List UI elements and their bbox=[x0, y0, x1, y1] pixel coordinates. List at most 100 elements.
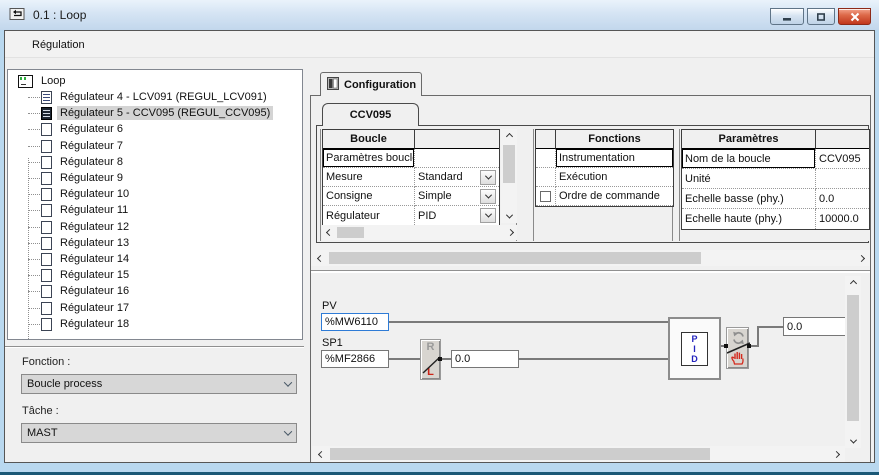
tree-item-regulateur-13[interactable]: Régulateur 13 bbox=[18, 235, 298, 251]
tree-item-regulateur-16[interactable]: Régulateur 16 bbox=[18, 283, 298, 299]
pane-splitter[interactable] bbox=[311, 270, 870, 273]
tab-loop-label: CCV095 bbox=[350, 109, 392, 121]
tree-item-label: Régulateur 6 bbox=[57, 122, 126, 136]
minimize-button[interactable] bbox=[770, 8, 804, 25]
tab-configuration[interactable]: Configuration bbox=[320, 72, 422, 96]
tree-item-regulateur-18[interactable]: Régulateur 18 bbox=[18, 316, 298, 332]
fonction-value: Boucle process bbox=[27, 378, 102, 390]
ordre-de-commande-cell[interactable]: Ordre de commande bbox=[556, 187, 673, 206]
scroll-thumb[interactable] bbox=[329, 252, 701, 264]
tree-item-regulateur-17[interactable]: Régulateur 17 bbox=[18, 300, 298, 316]
tree-item-regulateur-8[interactable]: Régulateur 8 bbox=[18, 154, 298, 170]
table-row: Ordre de commande bbox=[536, 187, 673, 206]
empty-loop-icon bbox=[41, 221, 52, 234]
scroll-left-arrow[interactable] bbox=[313, 250, 327, 266]
unite-value-cell[interactable] bbox=[816, 169, 869, 189]
tree-item-label: Régulateur 17 bbox=[57, 301, 132, 315]
tree-item-regulateur-9[interactable]: Régulateur 9 bbox=[18, 170, 298, 186]
table-row: Régulateur PID bbox=[323, 206, 499, 225]
config-hscrollbar[interactable] bbox=[311, 250, 870, 266]
tree-item-regulateur-5[interactable]: Régulateur 5 - CCV095 (REGUL_CCV095) bbox=[18, 105, 298, 121]
nom-boucle-value-cell[interactable]: CCV095 bbox=[816, 149, 869, 169]
table-row: Echelle haute (phy.) 10000.0 bbox=[682, 209, 869, 229]
scroll-up-arrow[interactable] bbox=[501, 129, 517, 143]
tree-item-regulateur-14[interactable]: Régulateur 14 bbox=[18, 251, 298, 267]
menu-regulation[interactable]: Régulation bbox=[27, 37, 90, 53]
diagram-hscrollbar[interactable] bbox=[312, 446, 845, 462]
active-loop-icon bbox=[41, 107, 52, 120]
scroll-thumb[interactable] bbox=[503, 145, 515, 183]
tree-item-regulateur-12[interactable]: Régulateur 12 bbox=[18, 219, 298, 235]
sp-value-field[interactable]: 0.0 bbox=[451, 350, 519, 368]
sp1-address-field[interactable]: %MF2866 bbox=[321, 350, 389, 368]
tree-item-label: Régulateur 16 bbox=[57, 284, 132, 298]
regulateur-value-cell[interactable]: PID bbox=[415, 206, 499, 225]
echelle-haute-value-cell[interactable]: 10000.0 bbox=[816, 209, 869, 229]
pv-address-field[interactable]: %MW6110 bbox=[321, 313, 389, 331]
scroll-left-arrow[interactable] bbox=[314, 446, 328, 462]
chevron-up-icon bbox=[849, 279, 856, 286]
execution-cell[interactable]: Exécution bbox=[556, 168, 673, 187]
tree-item-label: Régulateur 9 bbox=[57, 171, 126, 185]
table-row: Unité bbox=[682, 169, 869, 189]
close-button[interactable] bbox=[838, 8, 871, 25]
mesure-label-cell[interactable]: Mesure bbox=[323, 168, 415, 187]
maximize-button[interactable] bbox=[807, 8, 835, 25]
remote-local-switch[interactable]: R L bbox=[420, 339, 441, 380]
consigne-dropdown-button[interactable] bbox=[480, 189, 496, 204]
boucle-hscrollbar[interactable] bbox=[322, 225, 517, 240]
scroll-thumb[interactable] bbox=[330, 448, 710, 460]
tree-item-regulateur-6[interactable]: Régulateur 6 bbox=[18, 121, 298, 137]
tree-item-loop-root[interactable]: Loop bbox=[18, 73, 298, 89]
tree-item-regulateur-7[interactable]: Régulateur 7 bbox=[18, 138, 298, 154]
pid-block[interactable]: P I D bbox=[668, 317, 721, 380]
pid-letter-p: P bbox=[691, 334, 697, 344]
mesure-value-cell[interactable]: Standard bbox=[415, 168, 499, 187]
output-wire-h2 bbox=[759, 326, 783, 328]
scroll-thumb[interactable] bbox=[847, 295, 859, 421]
scroll-down-arrow[interactable] bbox=[501, 209, 517, 223]
unite-label-cell[interactable]: Unité bbox=[682, 169, 816, 189]
scroll-right-arrow[interactable] bbox=[854, 250, 868, 266]
tache-value: MAST bbox=[27, 427, 58, 439]
tree-item-label: Régulateur 7 bbox=[57, 139, 126, 153]
plc-loop-window: 0.1 : Loop Régulation Loop Régulateur 4 … bbox=[0, 0, 879, 475]
ordre-de-commande-checkbox[interactable] bbox=[540, 191, 551, 202]
echelle-basse-value-cell[interactable]: 0.0 bbox=[816, 189, 869, 209]
scroll-right-arrow[interactable] bbox=[503, 225, 517, 240]
tache-label: Tâche : bbox=[22, 405, 59, 417]
auto-manual-switch[interactable] bbox=[726, 327, 749, 369]
nom-boucle-label-cell[interactable]: Nom de la boucle bbox=[682, 149, 816, 169]
tree-item-regulateur-15[interactable]: Régulateur 15 bbox=[18, 267, 298, 283]
consigne-value-cell[interactable]: Simple bbox=[415, 187, 499, 206]
echelle-haute-label-cell[interactable]: Echelle haute (phy.) bbox=[682, 209, 816, 229]
table-row: Consigne Simple bbox=[323, 187, 499, 206]
title-bar[interactable]: 0.1 : Loop bbox=[0, 0, 879, 30]
echelle-basse-label-cell[interactable]: Echelle basse (phy.) bbox=[682, 189, 816, 209]
parametres-boucles-cell[interactable]: Paramètres boucles bbox=[323, 149, 415, 168]
consigne-label-cell[interactable]: Consigne bbox=[323, 187, 415, 206]
tree-item-regulateur-4[interactable]: Régulateur 4 - LCV091 (REGUL_LCV091) bbox=[18, 89, 298, 105]
empty-loop-icon bbox=[41, 188, 52, 201]
tache-select[interactable]: MAST bbox=[21, 423, 297, 443]
regulateur-dropdown-button[interactable] bbox=[480, 208, 496, 223]
configuration-tab-icon bbox=[327, 77, 339, 93]
fonction-select[interactable]: Boucle process bbox=[21, 374, 297, 394]
scroll-left-arrow[interactable] bbox=[322, 225, 336, 240]
switch-contact-dot bbox=[724, 344, 728, 348]
boucle-vscrollbar[interactable] bbox=[501, 129, 517, 223]
output-value-field[interactable]: 0.0 bbox=[783, 317, 846, 336]
tree-item-regulateur-10[interactable]: Régulateur 10 bbox=[18, 186, 298, 202]
scroll-right-arrow[interactable] bbox=[829, 446, 843, 462]
instrumentation-cell[interactable]: Instrumentation bbox=[556, 149, 673, 168]
boucle-grid: Boucle Paramètres boucles Mesure Standar… bbox=[322, 129, 500, 226]
boucle-header: Boucle bbox=[323, 130, 415, 149]
scroll-up-arrow[interactable] bbox=[845, 276, 861, 290]
mesure-dropdown-button[interactable] bbox=[480, 170, 496, 185]
scroll-thumb[interactable] bbox=[337, 227, 364, 238]
tree-item-regulateur-11[interactable]: Régulateur 11 bbox=[18, 202, 298, 218]
scroll-down-arrow[interactable] bbox=[845, 434, 861, 448]
diagram-vscrollbar[interactable] bbox=[845, 276, 861, 448]
tab-loop-ccv095[interactable]: CCV095 bbox=[322, 103, 419, 126]
regulateur-label-cell[interactable]: Régulateur bbox=[323, 206, 415, 225]
